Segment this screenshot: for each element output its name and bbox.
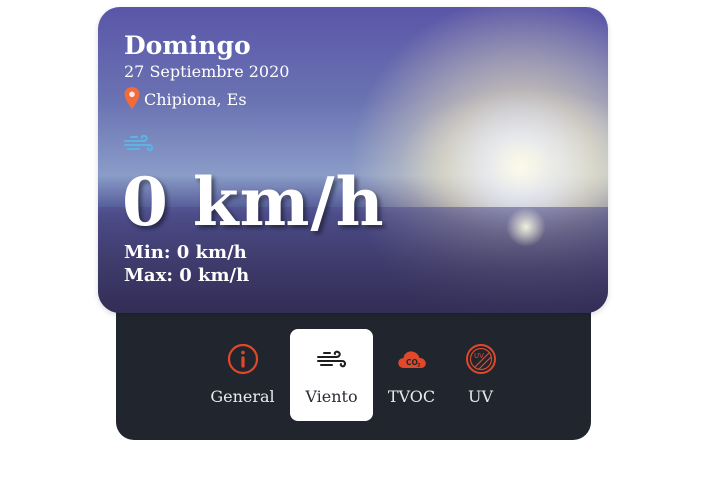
tab-general[interactable]: General	[201, 329, 284, 421]
location-pin-icon	[124, 87, 140, 109]
info-icon	[227, 343, 258, 375]
wind-icon	[316, 350, 346, 368]
tab-viento-label: Viento	[305, 387, 358, 406]
location: Chipiona, Es	[124, 87, 247, 109]
weekday-label: Domingo	[124, 31, 251, 60]
wind-icon	[124, 134, 154, 152]
wind-max-label: Max: 0 km/h	[124, 265, 250, 286]
wind-speed-value: 0 km/h	[122, 163, 385, 241]
location-label: Chipiona, Es	[144, 90, 247, 109]
svg-text:CO: CO	[406, 358, 418, 367]
uv-icon: UV	[465, 344, 496, 374]
weather-card: Domingo 27 Septiembre 2020 Chipiona, Es …	[98, 7, 608, 313]
tab-uv[interactable]: UV UV	[439, 329, 522, 421]
tab-uv-label: UV	[467, 387, 494, 406]
tab-viento[interactable]: Viento	[290, 329, 373, 421]
wind-min-label: Min: 0 km/h	[124, 242, 247, 263]
tab-general-label: General	[210, 387, 275, 406]
co2-cloud-icon: CO 2	[397, 351, 426, 369]
tab-tvoc-label: TVOC	[387, 387, 436, 406]
date-label: 27 Septiembre 2020	[124, 62, 290, 81]
sun-reflection	[506, 207, 546, 247]
svg-text:2: 2	[417, 363, 420, 369]
